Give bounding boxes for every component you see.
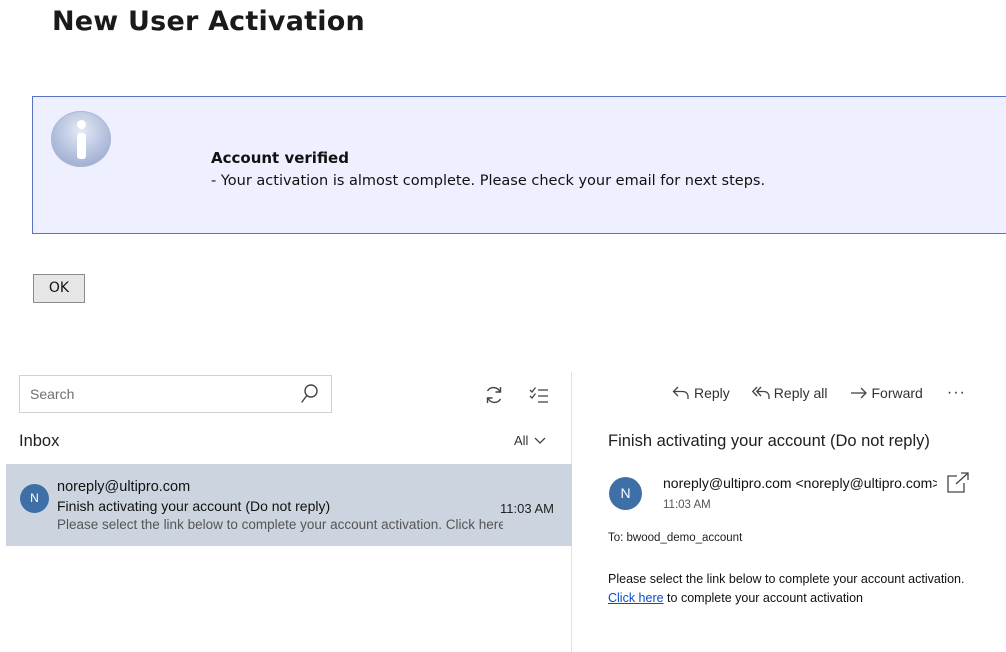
forward-arrow-icon xyxy=(850,387,867,399)
more-options-icon[interactable]: ··· xyxy=(947,384,966,402)
message-sender: noreply@ultipro.com xyxy=(57,479,191,495)
search-icon[interactable] xyxy=(301,384,319,404)
notice-title: Account verified xyxy=(211,149,349,167)
reading-time: 11:03 AM xyxy=(663,499,711,511)
reply-all-button[interactable]: Reply all xyxy=(751,385,828,401)
search-input[interactable] xyxy=(30,386,280,402)
activation-link[interactable]: Click here xyxy=(608,591,664,605)
notice-box: Account verified - Your activation is al… xyxy=(32,96,1006,234)
reply-button[interactable]: Reply xyxy=(672,385,730,401)
message-subject: Finish activating your account (Do not r… xyxy=(57,498,331,514)
sender-avatar: N xyxy=(609,477,642,510)
reading-from: noreply@ultipro.com <noreply@ultipro.com… xyxy=(663,475,937,491)
ok-button[interactable]: OK xyxy=(33,274,85,303)
select-all-icon[interactable] xyxy=(529,386,549,404)
reply-all-label: Reply all xyxy=(773,385,828,401)
search-box[interactable] xyxy=(19,375,332,413)
popout-icon[interactable] xyxy=(946,472,970,494)
forward-button[interactable]: Forward xyxy=(850,385,923,401)
filter-label: All xyxy=(514,433,529,448)
reading-recipient: To: bwood_demo_account xyxy=(608,532,743,544)
reply-icon xyxy=(672,386,689,399)
message-list-item[interactable]: N noreply@ultipro.com Finish activating … xyxy=(6,464,572,546)
reading-body-line: Please select the link below to complete… xyxy=(608,572,965,586)
reading-body-link-line: Click here to complete your account acti… xyxy=(608,591,863,605)
sync-icon[interactable] xyxy=(484,385,504,405)
folder-title: Inbox xyxy=(19,432,60,450)
reading-toolbar: Reply Reply all Forward ··· xyxy=(672,384,966,402)
message-preview: Please select the link below to complete… xyxy=(57,517,503,532)
page-title: New User Activation xyxy=(52,6,365,37)
message-time: 11:03 AM xyxy=(500,501,554,516)
reading-subject: Finish activating your account (Do not r… xyxy=(608,432,930,450)
notice-message: - Your activation is almost complete. Pl… xyxy=(211,173,766,189)
reply-all-icon xyxy=(751,386,770,399)
forward-label: Forward xyxy=(871,385,923,401)
info-icon xyxy=(51,111,111,167)
chevron-down-icon xyxy=(534,437,546,444)
reply-label: Reply xyxy=(694,385,730,401)
avatar: N xyxy=(20,484,49,513)
reading-body-text: to complete your account activation xyxy=(663,591,863,605)
filter-dropdown[interactable]: All xyxy=(514,433,546,448)
